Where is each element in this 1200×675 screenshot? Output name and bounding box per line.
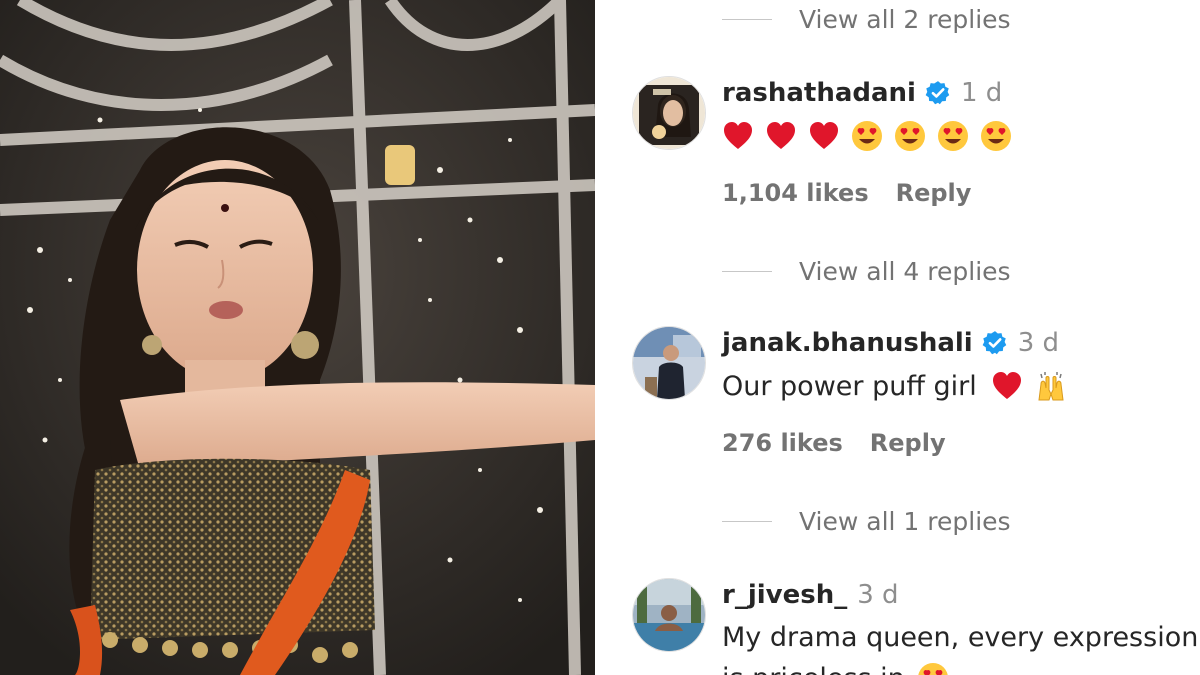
replies-divider-line	[722, 18, 772, 20]
heart-eyes-icon	[938, 121, 968, 151]
username-link[interactable]: r_jivesh_	[722, 580, 847, 610]
comment-meta: 276 likes Reply	[722, 429, 946, 457]
reply-button[interactable]: Reply	[870, 429, 946, 457]
comment-text: My drama queen, every expression	[722, 622, 1198, 653]
view-replies-label: View all 4 replies	[799, 256, 1011, 286]
red-heart-icon	[810, 122, 838, 149]
comment-header: janak.bhanushali 3 d	[722, 328, 1059, 358]
comment-timestamp: 3 d	[857, 580, 899, 610]
red-heart-icon	[767, 122, 795, 149]
comment-body: Our power puff girl	[722, 370, 977, 402]
reply-button[interactable]: Reply	[896, 179, 972, 207]
comment-meta: 1,104 likes Reply	[722, 179, 971, 207]
comment-timestamp: 3 d	[1017, 328, 1060, 358]
heart-eyes-icon	[895, 121, 925, 151]
likes-count[interactable]: 276 likes	[722, 429, 843, 457]
comment-body: My drama queen, every expression	[722, 622, 1199, 653]
comment-header: r_jivesh_ 3 d	[722, 580, 899, 610]
red-heart-icon	[992, 372, 1021, 399]
comment-header: rashathadani 1 d	[722, 78, 1002, 108]
raising-hands-icon	[1038, 372, 1064, 401]
view-replies-label: View all 1 replies	[799, 506, 1011, 536]
verified-badge-icon	[925, 81, 950, 105]
red-heart-icon	[724, 122, 752, 149]
likes-count[interactable]: 1,104 likes	[722, 179, 869, 207]
comment-body-continued: is priceless in	[722, 663, 905, 675]
replies-divider-line	[722, 270, 772, 272]
view-replies-label: View all 2 replies	[799, 4, 1011, 34]
avatar[interactable]	[632, 76, 706, 150]
heart-eyes-icon	[852, 121, 882, 151]
comment-text-line-2: is priceless in	[722, 662, 960, 675]
view-replies-button[interactable]: View all 2 replies	[722, 1, 1011, 37]
view-replies-button[interactable]: View all 1 replies	[722, 503, 1011, 539]
comment-timestamp: 1 d	[960, 78, 1003, 108]
view-replies-button[interactable]: View all 4 replies	[722, 253, 1011, 289]
username-link[interactable]: rashathadani	[722, 78, 916, 108]
comments-panel: View all 2 replies rashathadani 1 d 1,10…	[595, 0, 1200, 675]
username-link[interactable]: janak.bhanushali	[722, 328, 973, 358]
avatar[interactable]	[632, 578, 706, 652]
heart-eyes-icon	[918, 663, 948, 675]
comment-text: Our power puff girl	[722, 370, 1078, 402]
avatar[interactable]	[632, 326, 706, 400]
girl-dancing-image	[0, 0, 595, 675]
verified-badge-icon	[982, 331, 1007, 355]
replies-divider-line	[722, 520, 772, 522]
comment-text	[722, 120, 1023, 152]
post-media-image[interactable]	[0, 0, 595, 675]
heart-eyes-icon	[981, 121, 1011, 151]
